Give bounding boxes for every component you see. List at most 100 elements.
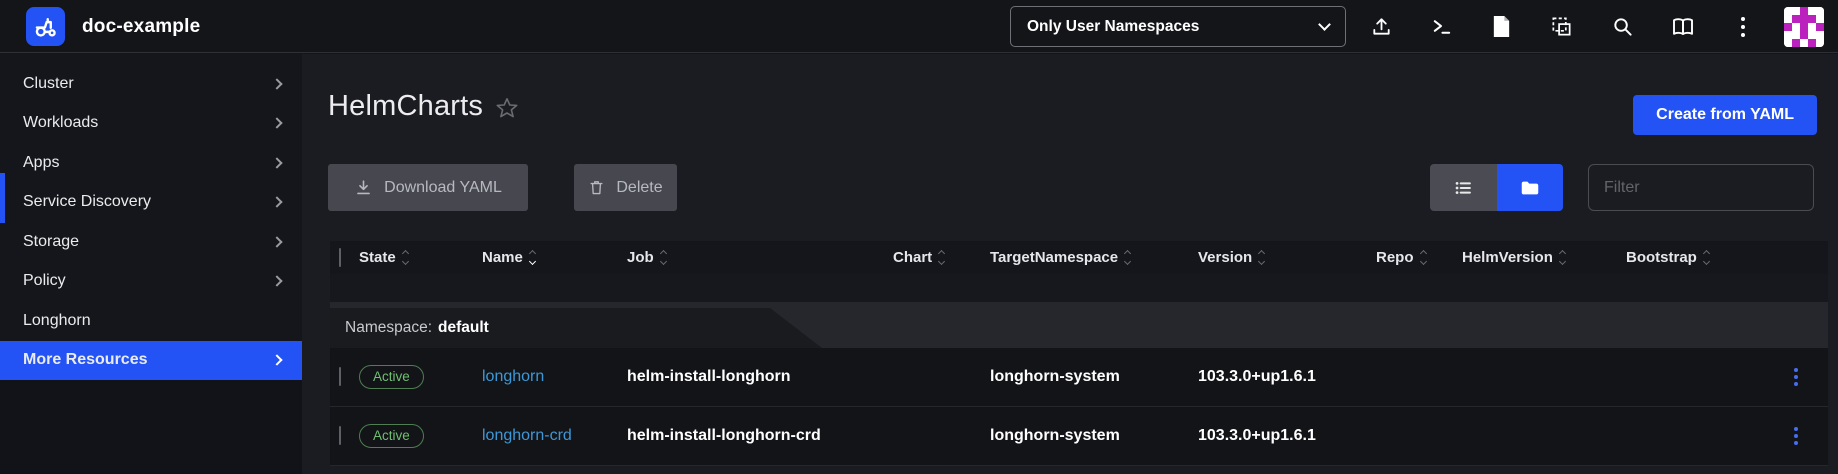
version-cell: 103.3.0+up1.6.1 xyxy=(1198,427,1376,445)
column-header-state[interactable]: State xyxy=(359,249,482,266)
sidebar-item-label: Longhorn xyxy=(23,312,91,330)
table-row: Active longhorn helm-install-longhorn lo… xyxy=(330,348,1828,407)
list-icon xyxy=(1452,177,1474,199)
sidebar-item-label: More Resources xyxy=(23,351,148,369)
header-toolbar xyxy=(1356,0,1768,53)
sort-icon xyxy=(1421,251,1426,264)
view-mode-toggle xyxy=(1430,164,1563,211)
list-view-button[interactable] xyxy=(1430,164,1497,211)
column-header-targetnamespace[interactable]: TargetNamespace xyxy=(990,249,1198,266)
status-badge: Active xyxy=(359,365,424,389)
delete-label: Delete xyxy=(616,179,662,197)
row-checkbox[interactable] xyxy=(339,367,341,386)
sidebar-lower-area xyxy=(0,380,302,474)
sidebar-item-label: Apps xyxy=(23,154,59,172)
chevron-right-icon xyxy=(271,118,282,129)
sidebar-item-label: Cluster xyxy=(23,75,74,93)
sort-icon xyxy=(1259,251,1264,264)
namespace-group-row: Namespace: default xyxy=(330,302,1828,348)
status-badge: Active xyxy=(359,424,424,448)
sidebar-item-cluster[interactable]: Cluster xyxy=(0,64,302,104)
chevron-right-icon xyxy=(271,236,282,247)
search-icon[interactable] xyxy=(1609,14,1635,40)
chevron-right-icon xyxy=(271,78,282,89)
select-all-checkbox[interactable] xyxy=(339,248,341,267)
chevron-right-icon xyxy=(271,157,282,168)
sort-icon xyxy=(939,251,944,264)
sidebar-item-storage[interactable]: Storage xyxy=(0,222,302,262)
side-navigation: Cluster Workloads Apps Service Discovery… xyxy=(0,54,302,474)
chevron-right-icon xyxy=(271,355,282,366)
sidebar-item-apps[interactable]: Apps xyxy=(0,143,302,183)
row-checkbox[interactable] xyxy=(339,426,341,445)
folder-view-button[interactable] xyxy=(1497,164,1564,211)
job-cell: helm-install-longhorn-crd xyxy=(627,427,893,445)
table-group-gap xyxy=(330,274,1828,302)
kubectl-shell-icon[interactable] xyxy=(1428,14,1454,40)
chevron-down-icon xyxy=(1318,18,1331,31)
favorite-star-icon[interactable] xyxy=(495,96,519,120)
identicon xyxy=(1784,7,1824,47)
column-header-name[interactable]: Name xyxy=(482,249,627,266)
create-from-yaml-button[interactable]: Create from YAML xyxy=(1633,95,1817,135)
download-icon xyxy=(354,178,373,197)
job-cell: helm-install-longhorn xyxy=(627,368,893,386)
sort-icon xyxy=(530,251,535,264)
namespace-group-label: Namespace: xyxy=(345,319,432,337)
row-actions-kebab-icon[interactable] xyxy=(1790,423,1802,449)
chevron-right-icon xyxy=(271,197,282,208)
column-header-bootstrap[interactable]: Bootstrap xyxy=(1626,249,1770,266)
resource-name-link[interactable]: longhorn-crd xyxy=(482,427,572,444)
target-namespace-cell: longhorn-system xyxy=(990,427,1198,445)
sidebar-item-policy[interactable]: Policy xyxy=(0,262,302,302)
tractor-icon xyxy=(33,14,59,40)
sort-icon xyxy=(661,251,666,264)
version-cell: 103.3.0+up1.6.1 xyxy=(1198,368,1376,386)
namespace-group-tab: Namespace: default xyxy=(330,308,822,348)
column-header-repo[interactable]: Repo xyxy=(1376,249,1462,266)
sidebar-item-label: Storage xyxy=(23,233,79,251)
namespace-group-value: default xyxy=(438,319,489,337)
user-avatar[interactable] xyxy=(1784,7,1824,47)
copy-resource-icon[interactable] xyxy=(1549,14,1575,40)
cluster-name: doc-example xyxy=(82,0,200,53)
chevron-right-icon xyxy=(271,276,282,287)
sort-icon xyxy=(1704,251,1709,264)
column-header-chart[interactable]: Chart xyxy=(893,249,990,266)
table-header-row: State Name Job Chart TargetNamespace xyxy=(330,241,1828,274)
trash-icon xyxy=(588,179,605,196)
menu-kebab-icon[interactable] xyxy=(1730,14,1756,40)
sidebar-item-label: Service Discovery xyxy=(23,193,151,211)
import-yaml-icon[interactable] xyxy=(1368,14,1394,40)
main-content: HelmCharts Create from YAML Download YAM… xyxy=(302,54,1838,474)
rancher-logo[interactable] xyxy=(26,7,65,46)
sidebar-item-service-discovery[interactable]: Service Discovery xyxy=(0,183,302,223)
delete-button[interactable]: Delete xyxy=(574,164,677,211)
sort-icon xyxy=(1560,251,1565,264)
download-yaml-label: Download YAML xyxy=(384,179,502,197)
download-yaml-button[interactable]: Download YAML xyxy=(328,164,528,211)
top-header-bar: doc-example Only User Namespaces xyxy=(0,0,1838,53)
docs-book-icon[interactable] xyxy=(1670,14,1696,40)
sidebar-item-label: Workloads xyxy=(23,114,98,132)
folder-icon xyxy=(1519,177,1541,199)
column-header-version[interactable]: Version xyxy=(1198,249,1376,266)
target-namespace-cell: longhorn-system xyxy=(990,368,1198,386)
resource-name-link[interactable]: longhorn xyxy=(482,368,544,385)
sort-icon xyxy=(403,251,408,264)
sidebar-item-more-resources[interactable]: More Resources xyxy=(0,341,302,381)
namespace-filter-dropdown[interactable]: Only User Namespaces xyxy=(1010,6,1346,47)
sidebar-item-workloads[interactable]: Workloads xyxy=(0,104,302,144)
rancher-app: doc-example Only User Namespaces xyxy=(0,0,1838,474)
filter-input[interactable] xyxy=(1588,164,1814,211)
file-icon[interactable] xyxy=(1489,14,1515,40)
sidebar-item-longhorn[interactable]: Longhorn xyxy=(0,301,302,341)
page-title: HelmCharts xyxy=(328,90,483,123)
table-row: Active longhorn-crd helm-install-longhor… xyxy=(330,407,1828,466)
sidebar-item-label: Policy xyxy=(23,272,66,290)
namespace-filter-value: Only User Namespaces xyxy=(1027,18,1199,36)
column-header-helmversion[interactable]: HelmVersion xyxy=(1462,249,1626,266)
column-header-job[interactable]: Job xyxy=(627,249,893,266)
row-actions-kebab-icon[interactable] xyxy=(1790,364,1802,390)
sort-icon xyxy=(1125,251,1130,264)
